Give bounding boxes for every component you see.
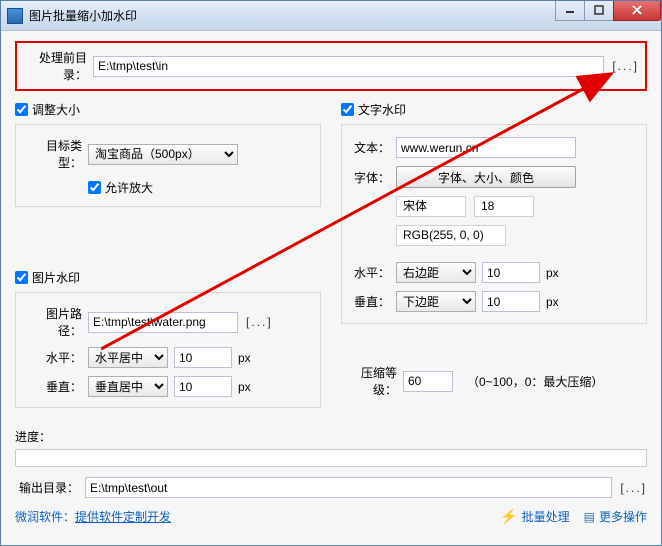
- batch-process-button[interactable]: ⚡ 批量处理: [500, 508, 569, 525]
- titlebar: 图片批量缩小加水印: [1, 1, 661, 31]
- input-dir-browse[interactable]: [...]: [612, 59, 639, 73]
- img-h-value[interactable]: [174, 347, 232, 368]
- text-watermark-checkbox[interactable]: [341, 103, 354, 116]
- app-window: 图片批量缩小加水印 处理前目录： [...] 调整大小: [0, 0, 662, 546]
- txt-v-unit: px: [546, 295, 559, 309]
- image-watermark-label: 图片水印: [32, 269, 80, 286]
- bottom-bar: 微润软件： 提供软件定制开发 ⚡ 批量处理 ▤ 更多操作: [15, 508, 647, 525]
- font-size-display: 18: [474, 196, 534, 217]
- right-column: 文字水印 文本： 字体： 字体、大小、颜色 宋体 18: [341, 101, 647, 420]
- compress-label: 压缩等级：: [341, 364, 403, 398]
- img-v-unit: px: [238, 380, 251, 394]
- img-h-label: 水平：: [26, 349, 88, 366]
- txt-text-field[interactable]: [396, 137, 576, 158]
- target-type-select[interactable]: 淘宝商品（500px）: [88, 144, 238, 165]
- txt-h-unit: px: [546, 266, 559, 280]
- allow-enlarge-label: 允许放大: [105, 179, 153, 196]
- bolt-icon: ⚡: [500, 508, 517, 525]
- txt-h-value[interactable]: [482, 262, 540, 283]
- font-name-display: 宋体: [396, 196, 466, 217]
- close-button[interactable]: [613, 1, 661, 21]
- window-controls: [556, 1, 661, 21]
- img-path-field[interactable]: [88, 312, 238, 333]
- output-dir-field[interactable]: [85, 477, 612, 498]
- maximize-button[interactable]: [584, 1, 614, 21]
- brand-prefix: 微润软件：: [15, 508, 75, 525]
- compress-row: 压缩等级： （0~100，0：最大压缩）: [341, 364, 647, 398]
- text-watermark-label: 文字水印: [358, 101, 406, 118]
- txt-font-label: 字体：: [352, 169, 396, 186]
- resize-checkbox[interactable]: [15, 103, 28, 116]
- main-columns: 调整大小 目标类型： 淘宝商品（500px） 允许放大 图片水印: [15, 101, 647, 420]
- left-column: 调整大小 目标类型： 淘宝商品（500px） 允许放大 图片水印: [15, 101, 321, 420]
- footer-section: 进度： 输出目录： [...] 微润软件： 提供软件定制开发 ⚡ 批量处理 ▤ …: [15, 428, 647, 525]
- txt-v-select[interactable]: 下边距: [396, 291, 476, 312]
- img-path-label: 图片路径：: [26, 305, 88, 339]
- img-v-label: 垂直：: [26, 378, 88, 395]
- image-watermark-group: 图片路径： [...] 水平： 水平居中 px 垂直： 垂直居中: [15, 292, 321, 408]
- brand-link[interactable]: 提供软件定制开发: [75, 508, 171, 525]
- content-area: 处理前目录： [...] 调整大小 目标类型： 淘宝商品（500px）: [1, 31, 661, 545]
- resize-label: 调整大小: [32, 101, 80, 118]
- progress-label: 进度：: [15, 428, 647, 445]
- allow-enlarge-checkbox[interactable]: [88, 181, 101, 194]
- img-h-unit: px: [238, 351, 251, 365]
- img-v-select[interactable]: 垂直居中: [88, 376, 168, 397]
- compress-value[interactable]: [403, 371, 453, 392]
- font-color-display: RGB(255, 0, 0): [396, 225, 506, 246]
- app-icon: [7, 8, 23, 24]
- font-settings-button[interactable]: 字体、大小、颜色: [396, 166, 576, 188]
- img-v-value[interactable]: [174, 376, 232, 397]
- more-actions-button[interactable]: ▤ 更多操作: [584, 508, 647, 525]
- list-icon: ▤: [584, 510, 595, 524]
- txt-h-label: 水平：: [352, 264, 396, 281]
- progress-bar: [15, 449, 647, 467]
- txt-v-label: 垂直：: [352, 293, 396, 310]
- output-dir-browse[interactable]: [...]: [620, 481, 647, 495]
- text-watermark-group: 文本： 字体： 字体、大小、颜色 宋体 18 RGB(255, 0, 0): [341, 124, 647, 324]
- output-dir-label: 输出目录：: [15, 479, 85, 496]
- txt-v-value[interactable]: [482, 291, 540, 312]
- img-h-select[interactable]: 水平居中: [88, 347, 168, 368]
- txt-text-label: 文本：: [352, 139, 396, 156]
- compress-hint: （0~100，0：最大压缩）: [467, 373, 603, 390]
- image-watermark-checkbox[interactable]: [15, 271, 28, 284]
- img-path-browse[interactable]: [...]: [246, 315, 273, 329]
- window-title: 图片批量缩小加水印: [29, 7, 556, 24]
- input-dir-label: 处理前目录：: [23, 49, 93, 83]
- minimize-button[interactable]: [555, 1, 585, 21]
- resize-group: 目标类型： 淘宝商品（500px） 允许放大: [15, 124, 321, 207]
- input-dir-field[interactable]: [93, 56, 604, 77]
- target-type-label: 目标类型：: [26, 137, 88, 171]
- input-dir-row: 处理前目录： [...]: [15, 41, 647, 91]
- txt-h-select[interactable]: 右边距: [396, 262, 476, 283]
